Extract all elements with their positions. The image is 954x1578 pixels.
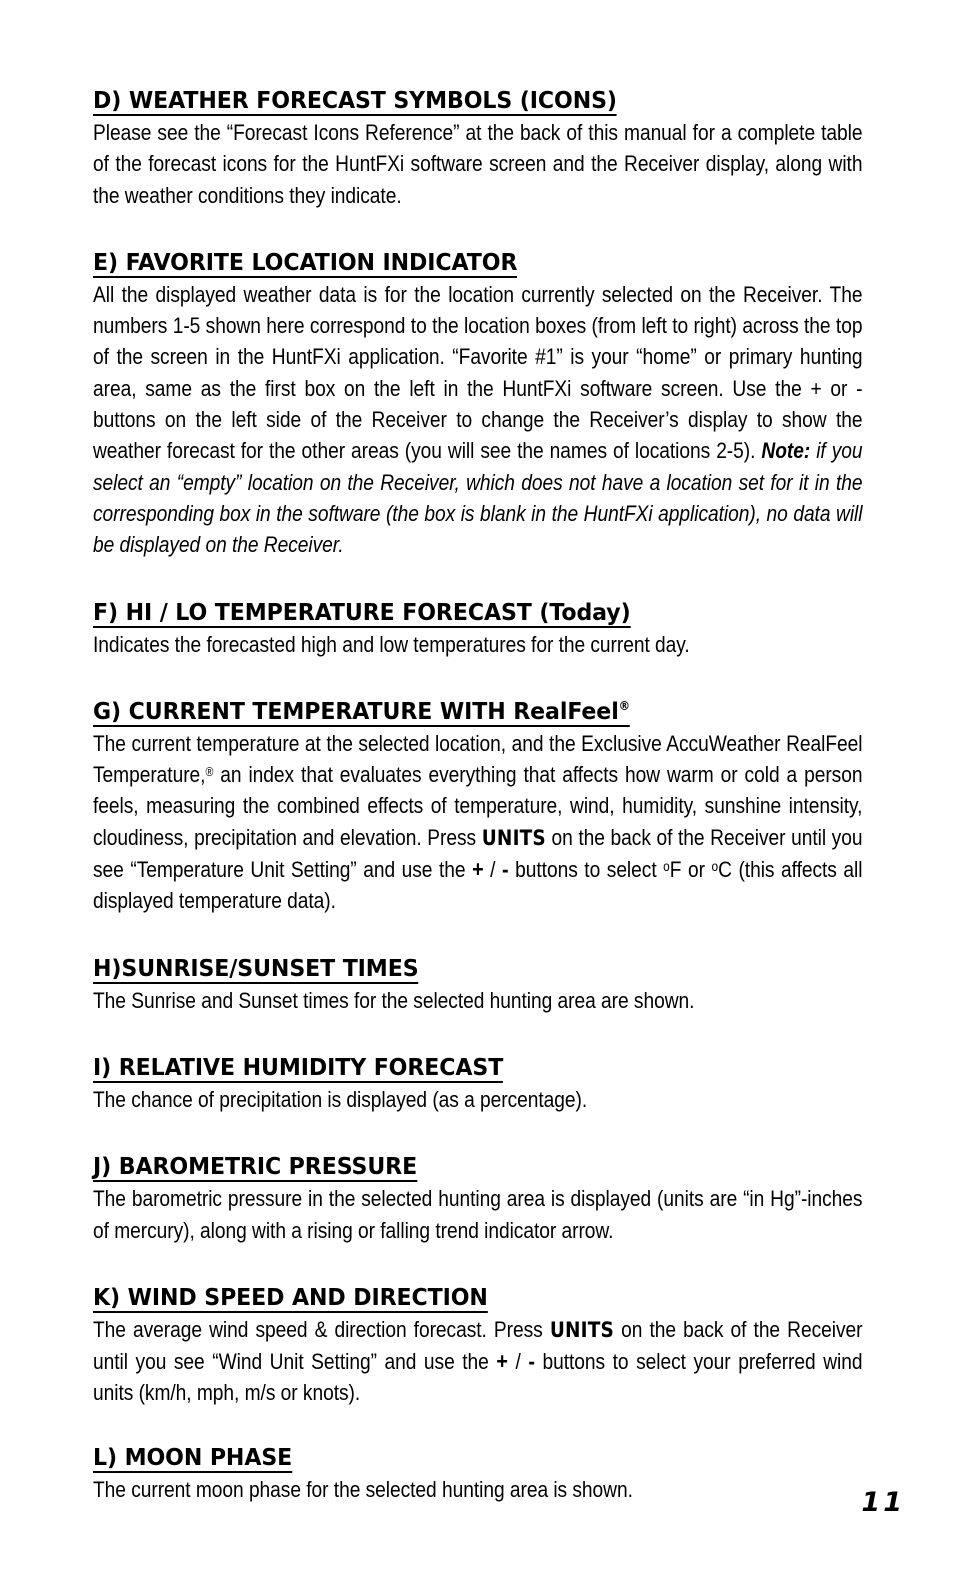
section-body-k-part1: The average wind speed & direction forec…	[93, 1316, 550, 1342]
section-heading-h: H)SUNRISE/SUNSET TIMES	[93, 954, 817, 984]
units-button-label: UNITS	[481, 825, 546, 851]
plus-button-label: +	[472, 856, 484, 883]
section-heading-g: G) CURRENT TEMPERATURE WITH RealFeel®	[93, 697, 817, 727]
section-heading-l: L) MOON PHASE	[93, 1443, 817, 1473]
fahrenheit-letter: F	[669, 857, 682, 883]
celsius-letter: C	[718, 857, 732, 883]
section-heading-i-text: I) RELATIVE HUMIDITY FORECAST	[93, 1052, 504, 1083]
page-number: 11	[861, 1487, 905, 1518]
section-heading-h-text: H)SUNRISE/SUNSET TIMES	[93, 953, 419, 984]
manual-page: D) WEATHER FORECAST SYMBOLS (ICONS) Plea…	[0, 0, 954, 1578]
section-heading-g-text: G) CURRENT TEMPERATURE WITH RealFeel®	[93, 698, 630, 727]
section-body-i: The chance of precipitation is displayed…	[93, 1086, 588, 1112]
section-heading-f-text: F) HI / LO TEMPERATURE FORECAST (Today)	[93, 597, 631, 628]
registered-mark-icon: ®	[618, 699, 631, 714]
page-content: D) WEATHER FORECAST SYMBOLS (ICONS) Plea…	[93, 86, 863, 1505]
section-body-h: The Sunrise and Sunset times for the sel…	[93, 987, 695, 1013]
section-heading-j: J) BAROMETRIC PRESSURE	[93, 1152, 817, 1183]
section-heading-d: D) WEATHER FORECAST SYMBOLS (ICONS)	[93, 86, 817, 116]
registered-mark-icon: ®	[205, 765, 214, 780]
section-body-k: The average wind speed & direction forec…	[93, 1314, 863, 1409]
section-body-e-part1: All the displayed weather data is for th…	[93, 281, 863, 464]
section-body-e: All the displayed weather data is for th…	[93, 279, 863, 561]
section-heading-k-text: K) WIND SPEED AND DIRECTION	[93, 1282, 488, 1313]
units-button-label: UNITS	[549, 1317, 614, 1343]
section-heading-i: I) RELATIVE HUMIDITY FORECAST	[93, 1053, 817, 1083]
note-label: Note:	[761, 438, 811, 464]
section-heading-g-main: G) CURRENT TEMPERATURE WITH RealFeel	[93, 696, 619, 725]
section-body-f: Indicates the forecasted high and low te…	[93, 631, 690, 657]
section-heading-k: K) WIND SPEED AND DIRECTION	[93, 1283, 817, 1313]
section-body-j: The barometric pressure in the selected …	[93, 1186, 863, 1243]
section-body-g-part4: buttons to select	[508, 857, 664, 883]
section-body-l: The current moon phase for the selected …	[93, 1476, 633, 1502]
section-heading-e: E) FAVORITE LOCATION INDICATOR	[93, 248, 817, 278]
section-heading-l-text: L) MOON PHASE	[93, 1442, 293, 1473]
section-heading-e-text: E) FAVORITE LOCATION INDICATOR	[93, 247, 518, 278]
section-heading-j-text: J) BAROMETRIC PRESSURE	[93, 1152, 418, 1183]
plus-button-label: +	[496, 1348, 508, 1375]
section-heading-f: F) HI / LO TEMPERATURE FORECAST (Today)	[93, 598, 817, 628]
section-body-g-part5: or	[681, 857, 712, 883]
section-body-g: The current temperature at the selected …	[93, 728, 863, 917]
section-body-d: Please see the “Forecast Icons Reference…	[93, 120, 863, 208]
section-heading-d-text: D) WEATHER FORECAST SYMBOLS (ICONS)	[93, 86, 617, 116]
